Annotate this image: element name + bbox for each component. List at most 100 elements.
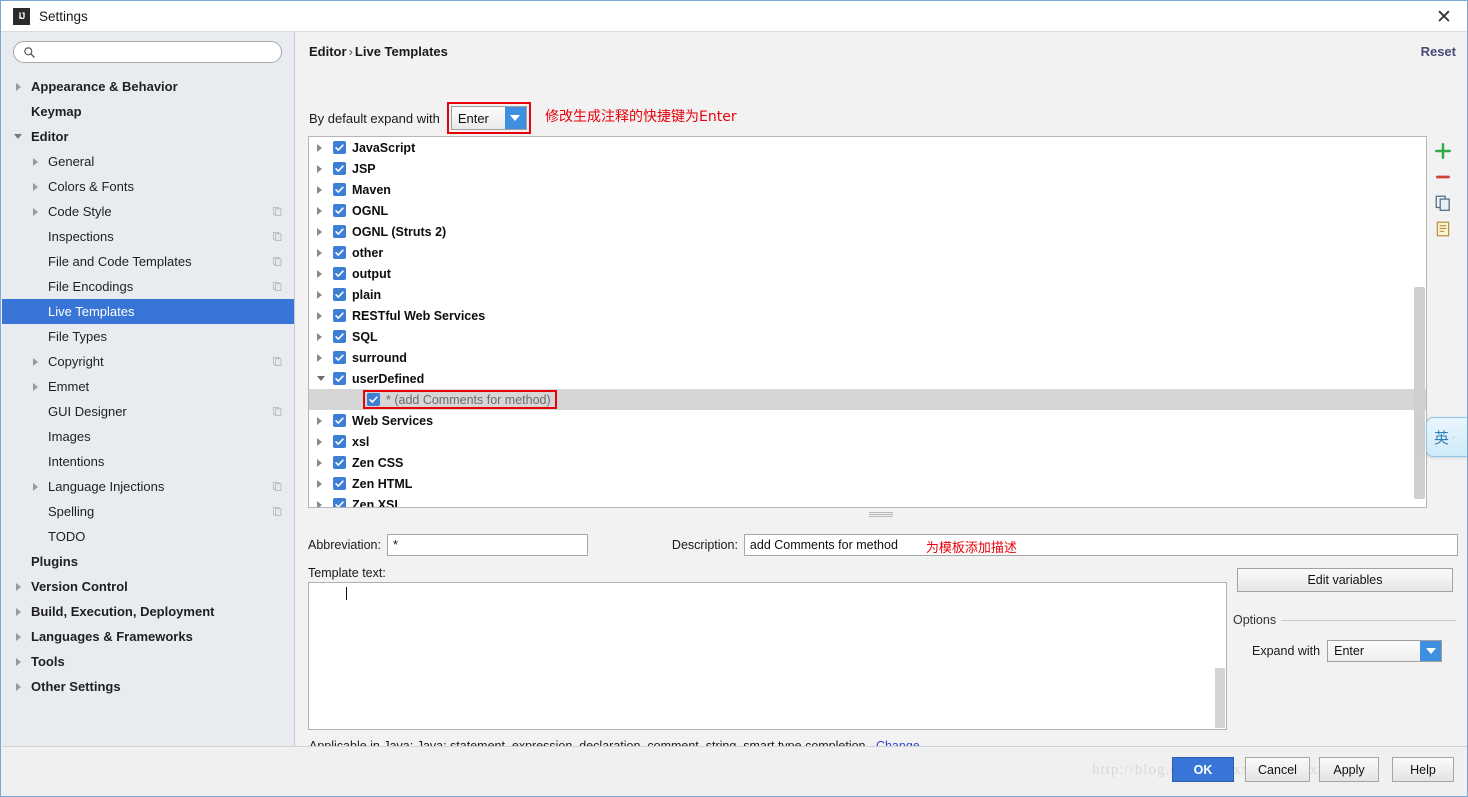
- checkbox-icon[interactable]: [333, 141, 346, 154]
- template-group-row[interactable]: other: [309, 242, 1426, 263]
- template-group-row[interactable]: JSP: [309, 158, 1426, 179]
- template-group-row[interactable]: Zen XSL: [309, 494, 1426, 507]
- sidebar-item-inspections[interactable]: Inspections: [2, 224, 294, 249]
- chevron-right-icon[interactable]: [317, 248, 333, 257]
- sidebar-item-keymap[interactable]: Keymap: [2, 99, 294, 124]
- checkbox-icon[interactable]: [333, 309, 346, 322]
- sidebar-item-colors-fonts[interactable]: Colors & Fonts: [2, 174, 294, 199]
- chevron-right-icon[interactable]: [317, 353, 333, 362]
- checkbox-icon[interactable]: [367, 393, 380, 406]
- checkbox-icon[interactable]: [333, 225, 346, 238]
- copy-settings-icon[interactable]: [272, 405, 283, 417]
- template-group-row[interactable]: Zen CSS: [309, 452, 1426, 473]
- template-group-row[interactable]: Web Services: [309, 410, 1426, 431]
- chevron-right-icon[interactable]: [317, 269, 333, 278]
- copy-settings-icon[interactable]: [272, 355, 283, 367]
- checkbox-icon[interactable]: [333, 414, 346, 427]
- chevron-right-icon[interactable]: [11, 682, 25, 691]
- template-group-row[interactable]: OGNL: [309, 200, 1426, 221]
- sidebar-item-version-control[interactable]: Version Control: [2, 574, 294, 599]
- chevron-right-icon[interactable]: [317, 500, 333, 507]
- ok-button[interactable]: OK: [1172, 757, 1234, 782]
- sidebar-item-file-types[interactable]: File Types: [2, 324, 294, 349]
- sidebar-item-gui-designer[interactable]: GUI Designer: [2, 399, 294, 424]
- chevron-right-icon[interactable]: [28, 382, 42, 391]
- chevron-right-icon[interactable]: [11, 82, 25, 91]
- chevron-right-icon[interactable]: [317, 143, 333, 152]
- sidebar-item-spelling[interactable]: Spelling: [2, 499, 294, 524]
- chevron-down-icon[interactable]: [1420, 641, 1442, 661]
- chevron-right-icon[interactable]: [317, 290, 333, 299]
- template-group-row[interactable]: Zen HTML: [309, 473, 1426, 494]
- checkbox-icon[interactable]: [333, 456, 346, 469]
- template-group-row[interactable]: surround: [309, 347, 1426, 368]
- checkbox-icon[interactable]: [333, 162, 346, 175]
- sidebar-item-todo[interactable]: TODO: [2, 524, 294, 549]
- search-input[interactable]: [40, 43, 273, 61]
- chevron-right-icon[interactable]: [317, 185, 333, 194]
- sidebar-item-other-settings[interactable]: Other Settings: [2, 674, 294, 699]
- copy-settings-icon[interactable]: [272, 230, 283, 242]
- copy-icon[interactable]: [1434, 194, 1452, 212]
- remove-icon[interactable]: [1434, 168, 1452, 186]
- template-group-row[interactable]: xsl: [309, 431, 1426, 452]
- sidebar-item-language-injections[interactable]: Language Injections: [2, 474, 294, 499]
- templates-list-scrollbar[interactable]: [1414, 287, 1425, 499]
- chevron-right-icon[interactable]: [317, 416, 333, 425]
- sidebar-item-file-and-code-templates[interactable]: File and Code Templates: [2, 249, 294, 274]
- chevron-right-icon[interactable]: [317, 479, 333, 488]
- sidebar-item-languages-frameworks[interactable]: Languages & Frameworks: [2, 624, 294, 649]
- checkbox-icon[interactable]: [333, 330, 346, 343]
- chevron-right-icon[interactable]: [317, 458, 333, 467]
- add-icon[interactable]: [1434, 142, 1452, 160]
- sidebar-item-general[interactable]: General: [2, 149, 294, 174]
- checkbox-icon[interactable]: [333, 246, 346, 259]
- chevron-right-icon[interactable]: [317, 437, 333, 446]
- ime-indicator[interactable]: 英 ·: [1426, 417, 1467, 457]
- chevron-right-icon[interactable]: [11, 632, 25, 641]
- sidebar-item-plugins[interactable]: Plugins: [2, 549, 294, 574]
- chevron-right-icon[interactable]: [11, 607, 25, 616]
- copy-settings-icon[interactable]: [272, 480, 283, 492]
- close-icon[interactable]: ✕: [1429, 5, 1459, 29]
- abbreviation-input[interactable]: *: [386, 534, 588, 556]
- checkbox-icon[interactable]: [333, 498, 346, 507]
- chevron-right-icon[interactable]: [317, 206, 333, 215]
- chevron-down-icon[interactable]: [317, 376, 333, 381]
- template-text-editor[interactable]: [308, 582, 1227, 730]
- expand-with-combo[interactable]: Enter: [1327, 640, 1443, 662]
- template-group-row[interactable]: output: [309, 263, 1426, 284]
- checkbox-icon[interactable]: [333, 288, 346, 301]
- template-group-row[interactable]: SQL: [309, 326, 1426, 347]
- checkbox-icon[interactable]: [333, 204, 346, 217]
- cancel-button[interactable]: Cancel: [1245, 757, 1310, 782]
- checkbox-icon[interactable]: [333, 435, 346, 448]
- sidebar-item-live-templates[interactable]: Live Templates: [2, 299, 294, 324]
- copy-settings-icon[interactable]: [272, 505, 283, 517]
- copy-settings-icon[interactable]: [272, 205, 283, 217]
- checkbox-icon[interactable]: [333, 477, 346, 490]
- sidebar-item-intentions[interactable]: Intentions: [2, 449, 294, 474]
- chevron-right-icon[interactable]: [317, 164, 333, 173]
- sidebar-item-appearance-behavior[interactable]: Appearance & Behavior: [2, 74, 294, 99]
- sidebar-item-images[interactable]: Images: [2, 424, 294, 449]
- chevron-right-icon[interactable]: [317, 332, 333, 341]
- help-button[interactable]: Help: [1392, 757, 1454, 782]
- apply-button[interactable]: Apply: [1319, 757, 1379, 782]
- sidebar-item-emmet[interactable]: Emmet: [2, 374, 294, 399]
- duplicate-icon[interactable]: [1434, 220, 1452, 238]
- chevron-right-icon[interactable]: [317, 227, 333, 236]
- template-group-row[interactable]: JavaScript: [309, 137, 1426, 158]
- template-group-row[interactable]: OGNL (Struts 2): [309, 221, 1426, 242]
- templates-list[interactable]: JavaScript JSP Maven OGNL OGNL (Struts 2) oth…: [308, 136, 1427, 508]
- template-group-row[interactable]: * (add Comments for method): [309, 389, 1426, 410]
- checkbox-icon[interactable]: [333, 372, 346, 385]
- template-group-row[interactable]: userDefined: [309, 368, 1426, 389]
- template-text-scrollbar[interactable]: [1215, 668, 1225, 728]
- chevron-down-icon[interactable]: [504, 107, 526, 129]
- chevron-right-icon[interactable]: [11, 582, 25, 591]
- chevron-right-icon[interactable]: [28, 482, 42, 491]
- description-input[interactable]: add Comments for method 为模板添加描述: [743, 534, 1458, 556]
- sidebar-item-copyright[interactable]: Copyright: [2, 349, 294, 374]
- template-group-row[interactable]: plain: [309, 284, 1426, 305]
